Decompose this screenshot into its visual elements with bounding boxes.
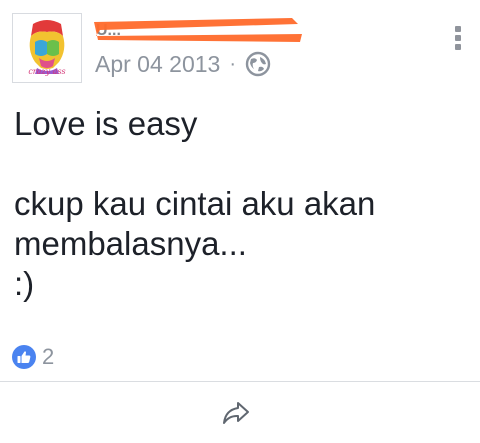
redaction-scribble xyxy=(94,18,302,42)
message-line: :) xyxy=(14,265,35,302)
like-count: 2 xyxy=(42,344,55,369)
action-bar xyxy=(0,381,480,443)
like-thumb-icon xyxy=(12,345,36,369)
meta-separator: · xyxy=(229,52,236,75)
post-header: crazy ass U... Apr 04 2013 · xyxy=(0,0,480,90)
reaction-summary[interactable]: 2 xyxy=(12,344,55,369)
post-timestamp[interactable]: Apr 04 2013 xyxy=(95,51,220,78)
post-card: crazy ass U... Apr 04 2013 · Love is eas… xyxy=(0,0,480,443)
share-button[interactable] xyxy=(219,398,253,428)
message-line: Love is easy xyxy=(14,105,198,142)
post-message: Love is easy ckup kau cintai aku akan me… xyxy=(14,104,469,304)
avatar[interactable]: crazy ass xyxy=(12,13,82,83)
globe-icon[interactable] xyxy=(245,51,271,77)
more-vertical-icon[interactable] xyxy=(454,26,462,52)
message-line: ckup kau cintai aku akan xyxy=(14,185,376,222)
post-meta: Apr 04 2013 · xyxy=(95,50,271,78)
message-line: membalasnya... xyxy=(14,225,247,262)
avatar-caption: crazy ass xyxy=(28,67,66,76)
share-arrow-icon xyxy=(223,402,249,424)
